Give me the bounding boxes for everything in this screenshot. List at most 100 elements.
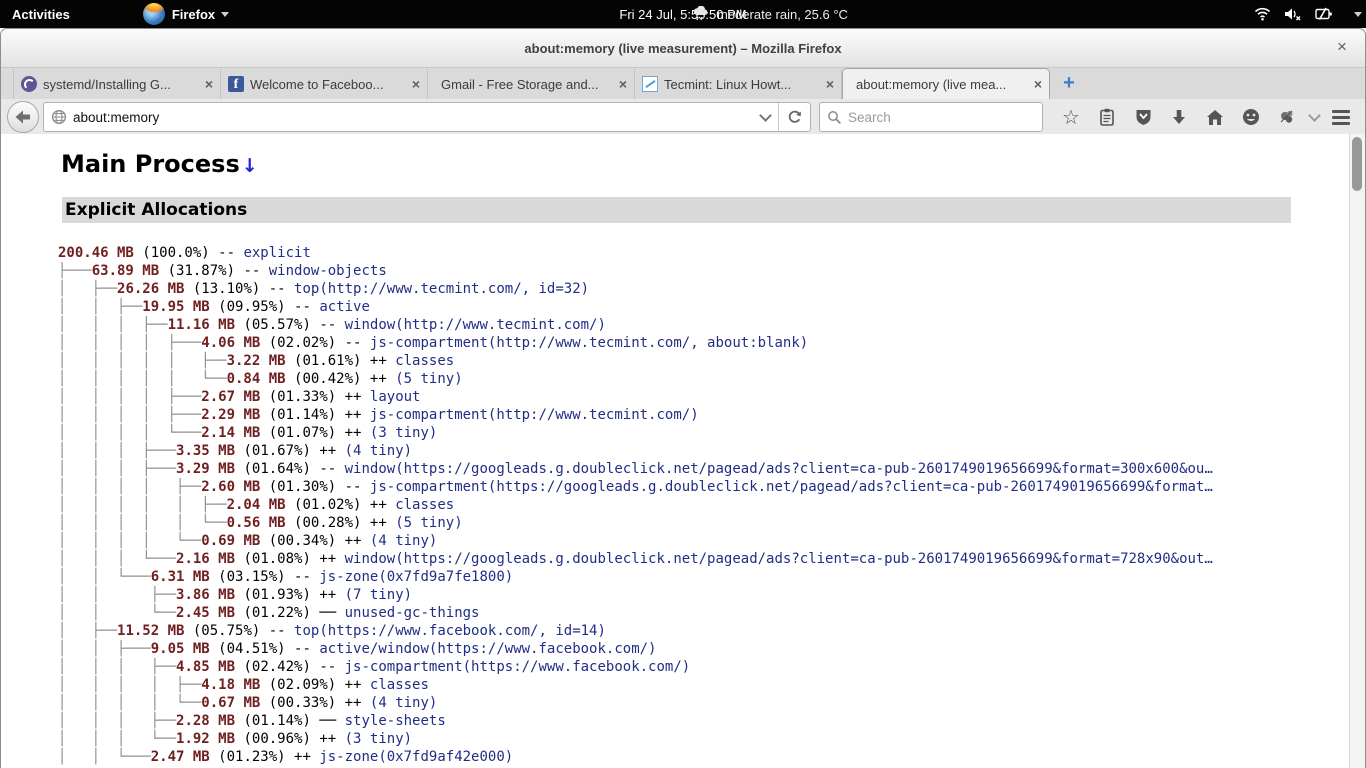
tab-close-button[interactable]: × bbox=[826, 76, 834, 92]
window-titlebar[interactable]: about:memory (live measurement) – Mozill… bbox=[1, 29, 1365, 68]
download-icon[interactable] bbox=[1161, 102, 1197, 132]
memory-node-name[interactable]: js-zone(0x7fd9af42e000) bbox=[319, 749, 513, 765]
scrollbar-thumb[interactable] bbox=[1352, 137, 1362, 191]
memory-node-name[interactable]: classes bbox=[370, 677, 429, 693]
memory-node-name[interactable]: (4 tiny) bbox=[370, 533, 437, 549]
url-text[interactable]: about:memory bbox=[73, 110, 159, 125]
expand-separator[interactable]: -- bbox=[269, 623, 294, 639]
memory-node-name[interactable]: js-compartment(http://www.tecmint.com/, … bbox=[370, 335, 808, 351]
expand-separator[interactable]: -- bbox=[319, 317, 344, 333]
extension-icon[interactable] bbox=[1269, 102, 1305, 132]
memory-value: 2.29 MB bbox=[201, 407, 260, 423]
tab-close-button[interactable]: × bbox=[205, 76, 213, 92]
expand-separator[interactable]: -- bbox=[294, 641, 319, 657]
memory-percent: (02.42%) bbox=[235, 659, 319, 675]
new-tab-button[interactable]: + bbox=[1056, 71, 1082, 97]
expand-separator[interactable]: ++ bbox=[370, 515, 395, 531]
memory-node-name[interactable]: (5 tiny) bbox=[395, 371, 462, 387]
about-memory-page: Main Process↓ Explicit Allocations 200.4… bbox=[1, 134, 1349, 768]
url-bar[interactable]: about:memory bbox=[43, 102, 811, 132]
memory-node-name[interactable]: js-compartment(http://www.tecmint.com/) bbox=[370, 407, 699, 423]
app-menu-firefox[interactable]: Firefox bbox=[134, 0, 238, 28]
expand-separator[interactable]: ++ bbox=[370, 353, 395, 369]
memory-node-name[interactable]: layout bbox=[370, 389, 421, 405]
expand-separator[interactable]: ++ bbox=[345, 533, 370, 549]
memory-node-name[interactable]: js-compartment(https://googleads.g.doubl… bbox=[370, 479, 1213, 495]
expand-separator[interactable]: -- bbox=[319, 461, 344, 477]
expand-separator[interactable]: -- bbox=[269, 281, 294, 297]
memory-tree-row: │ │ │ ├───3.29 MB (01.64%) -- window(htt… bbox=[58, 460, 1349, 478]
memory-node-name[interactable]: js-compartment(https://www.facebook.com/… bbox=[345, 659, 691, 675]
memory-node-name[interactable]: classes bbox=[395, 353, 454, 369]
memory-node-name[interactable]: window(http://www.tecmint.com/) bbox=[345, 317, 606, 333]
expand-separator[interactable]: ++ bbox=[370, 497, 395, 513]
browser-tab[interactable]: Tecmint: Linux Howt...× bbox=[635, 69, 842, 99]
memory-node-name[interactable]: js-zone(0x7fd9a7fe1800) bbox=[319, 569, 513, 585]
expand-separator[interactable]: -- bbox=[319, 659, 344, 675]
expand-separator[interactable]: ++ bbox=[319, 443, 344, 459]
memory-node-name[interactable]: (4 tiny) bbox=[370, 695, 437, 711]
url-dropdown-chevron-icon[interactable] bbox=[759, 109, 772, 122]
memory-node-name[interactable]: (5 tiny) bbox=[395, 515, 462, 531]
expand-separator[interactable]: ++ bbox=[345, 425, 370, 441]
memory-node-name[interactable]: explicit bbox=[243, 245, 310, 261]
memory-node-name[interactable]: classes bbox=[395, 497, 454, 513]
expand-separator[interactable]: ++ bbox=[319, 551, 344, 567]
tab-close-button[interactable]: × bbox=[1034, 76, 1042, 92]
search-bar[interactable]: Search bbox=[819, 102, 1043, 132]
bookmark-star-icon[interactable]: ☆ bbox=[1053, 102, 1089, 132]
memory-tree-row: │ │ └──2.45 MB (01.22%) ── unused-gc-thi… bbox=[58, 604, 1349, 622]
window-close-button[interactable]: × bbox=[1331, 37, 1353, 59]
expand-separator[interactable]: -- bbox=[294, 569, 319, 585]
memory-node-name[interactable]: window(https://googleads.g.doubleclick.n… bbox=[345, 551, 1213, 567]
reload-button[interactable] bbox=[778, 103, 810, 131]
tree-line-prefix: ├─── bbox=[58, 263, 92, 279]
memory-node-name[interactable]: active bbox=[319, 299, 370, 315]
menu-hamburger-icon[interactable] bbox=[1323, 102, 1359, 132]
expand-separator[interactable]: -- bbox=[218, 245, 243, 261]
expand-separator[interactable]: ++ bbox=[345, 677, 370, 693]
memory-node-name[interactable]: (3 tiny) bbox=[370, 425, 437, 441]
overflow-chevron-icon[interactable] bbox=[1305, 102, 1323, 132]
memory-node-name[interactable]: (3 tiny) bbox=[345, 731, 412, 747]
memory-node-name[interactable]: active/window(https://www.facebook.com/) bbox=[319, 641, 656, 657]
activities-button[interactable]: Activities bbox=[3, 0, 79, 28]
expand-separator[interactable]: -- bbox=[294, 299, 319, 315]
expand-separator[interactable]: ++ bbox=[319, 731, 344, 747]
process-collapse-link[interactable]: ↓ bbox=[242, 155, 258, 177]
pocket-shield-icon[interactable] bbox=[1125, 102, 1161, 132]
memory-node-name[interactable]: top(https://www.facebook.com/, id=14) bbox=[294, 623, 606, 639]
home-icon[interactable] bbox=[1197, 102, 1233, 132]
browser-tab[interactable]: systemd/Installing G...× bbox=[13, 69, 221, 99]
memory-percent: (01.93%) bbox=[235, 587, 319, 603]
memory-node-name[interactable]: top(http://www.tecmint.com/, id=32) bbox=[294, 281, 589, 297]
back-button[interactable] bbox=[7, 101, 39, 133]
expand-separator[interactable]: ++ bbox=[345, 695, 370, 711]
system-status-area[interactable] bbox=[1254, 0, 1362, 28]
expand-separator[interactable]: -- bbox=[243, 263, 268, 279]
memory-node-name[interactable]: window-objects bbox=[269, 263, 387, 279]
expand-separator[interactable]: -- bbox=[345, 479, 370, 495]
memory-node-name[interactable]: (4 tiny) bbox=[345, 443, 412, 459]
expand-separator[interactable]: ++ bbox=[370, 371, 395, 387]
tab-close-button[interactable]: × bbox=[412, 76, 420, 92]
memory-value: 4.18 MB bbox=[201, 677, 260, 693]
browser-tab[interactable]: about:memory (live mea...× bbox=[842, 68, 1050, 99]
tab-close-button[interactable]: × bbox=[619, 76, 627, 92]
hello-smiley-icon[interactable] bbox=[1233, 102, 1269, 132]
firefox-logo-icon bbox=[143, 3, 165, 25]
memory-tree-row: │ │ │ │ ├──4.18 MB (02.09%) ++ classes bbox=[58, 676, 1349, 694]
expand-separator[interactable]: ++ bbox=[345, 389, 370, 405]
memory-node-name[interactable]: window(https://googleads.g.doubleclick.n… bbox=[345, 461, 1213, 477]
memory-node-name[interactable]: (7 tiny) bbox=[345, 587, 412, 603]
memory-tree: 200.46 MB (100.0%) -- explicit├───63.89 … bbox=[58, 244, 1349, 766]
expand-separator[interactable]: ++ bbox=[294, 749, 319, 765]
clipboard-icon[interactable] bbox=[1089, 102, 1125, 132]
page-scrollbar[interactable] bbox=[1349, 134, 1365, 768]
browser-tab[interactable]: Gmail - Free Storage and...× bbox=[428, 69, 635, 99]
expand-separator[interactable]: ++ bbox=[345, 407, 370, 423]
expand-separator[interactable]: ++ bbox=[319, 587, 344, 603]
memory-tree-row: │ │ │ │ │ └──0.56 MB (00.28%) ++ (5 tiny… bbox=[58, 514, 1349, 532]
browser-tab[interactable]: fWelcome to Faceboo...× bbox=[221, 69, 428, 99]
expand-separator[interactable]: -- bbox=[345, 335, 370, 351]
